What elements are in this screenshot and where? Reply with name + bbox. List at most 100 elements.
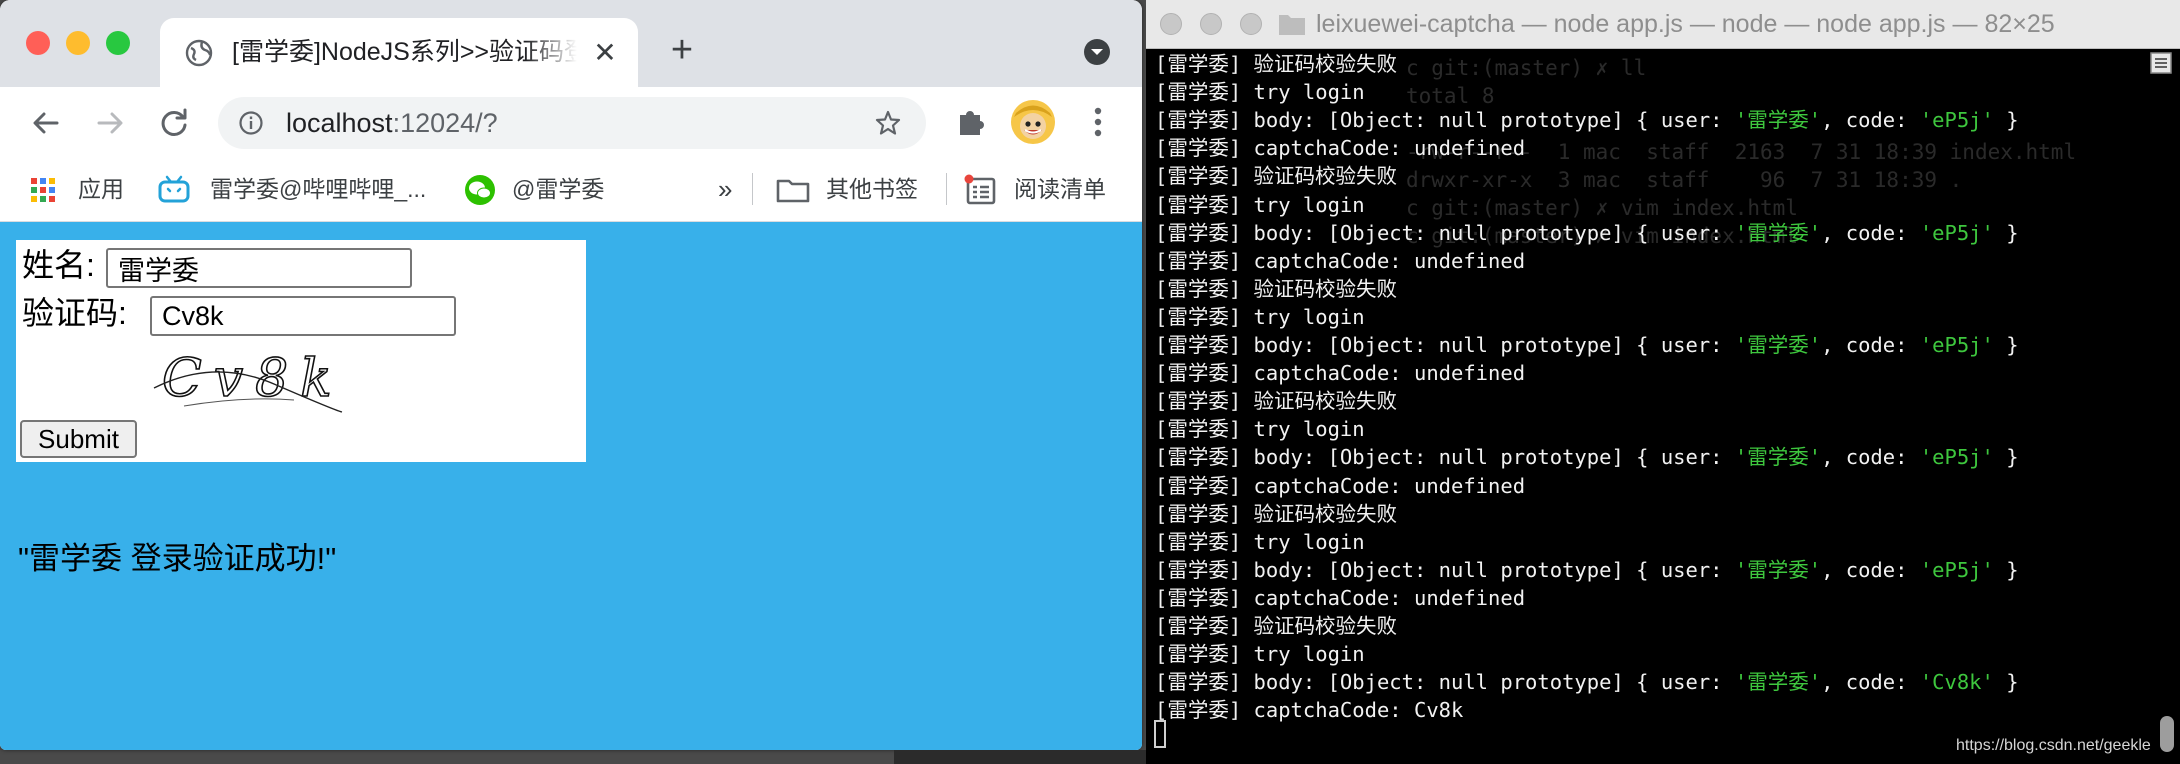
name-label: 姓名: — [22, 247, 95, 283]
terminal-text: [雷学委] try login — [1155, 417, 1365, 442]
globe-icon — [185, 39, 213, 67]
tab-active[interactable]: [雷学委]NodeJS系列>>验证码登录 ✕ — [160, 18, 638, 87]
close-tab-icon[interactable]: ✕ — [590, 38, 620, 68]
terminal-zoom-button[interactable] — [1240, 13, 1262, 35]
reading-list-label: 阅读清单 — [1014, 176, 1106, 202]
terminal-line: [雷学委] captchaCode: Cv8k — [1155, 696, 1463, 724]
terminal-line: [雷学委] captchaCode: undefined — [1155, 134, 1525, 162]
terminal-text: [雷学委] 验证码校验失败 — [1155, 389, 1398, 414]
terminal-line: [雷学委] body: [Object: null prototype] { u… — [1155, 106, 2019, 134]
csdn-watermark: https://blog.csdn.net/geekle — [1956, 737, 2151, 754]
terminal-line: [雷学委] 验证码校验失败 — [1155, 612, 1397, 640]
terminal-text: , code: — [1821, 557, 1920, 582]
terminal-line: [雷学委] try login — [1155, 640, 1365, 668]
terminal-text: , code: — [1821, 220, 1920, 245]
new-tab-button[interactable]: + — [664, 31, 700, 69]
terminal-string-literal: '雷学委' — [1734, 220, 1822, 245]
terminal-titlebar: leixuewei-captcha — node app.js — node —… — [1146, 0, 2180, 49]
terminal-line: [雷学委] body: [Object: null prototype] { u… — [1155, 219, 2019, 247]
terminal-ghost-line: drwxr-xr-x 3 mac staff 96 7 31 18:39 . — [1406, 168, 1963, 192]
zoom-window-button[interactable] — [106, 31, 130, 55]
terminal-scrollbar[interactable] — [2160, 716, 2174, 752]
terminal-text: } — [1993, 670, 2019, 695]
terminal-title: leixuewei-captcha — node app.js — node —… — [1316, 10, 2055, 38]
terminal-text: [雷学委] 验证码校验失败 — [1155, 52, 1398, 76]
terminal-string-literal: 'Cv8k' — [1919, 670, 1994, 695]
terminal-text: [雷学委] captchaCode: undefined — [1155, 248, 1526, 273]
terminal-text: [雷学委] body: [Object: null prototype] { u… — [1155, 445, 1735, 470]
terminal-text: [雷学委] captchaCode: undefined — [1155, 473, 1526, 498]
captcha-label: 验证码: — [22, 295, 127, 331]
apps-grid-icon — [31, 178, 55, 202]
terminal-text: [雷学委] 验证码校验失败 — [1155, 164, 1398, 189]
tab-title: [雷学委]NodeJS系列>>验证码登录 — [232, 38, 577, 66]
captcha-image[interactable]: Cv8k — [144, 348, 344, 418]
terminal-string-literal: '雷学委' — [1734, 445, 1822, 470]
terminal-string-literal: 'eP5j' — [1919, 557, 1994, 582]
terminal-line: [雷学委] 验证码校验失败 — [1155, 50, 1397, 78]
terminal-minimize-button[interactable] — [1200, 13, 1222, 35]
terminal-string-literal: '雷学委' — [1734, 670, 1822, 695]
terminal-text: } — [1993, 333, 2019, 357]
tab-search-icon[interactable] — [1082, 37, 1112, 67]
terminal-text: , code: — [1821, 670, 1920, 695]
browser-window: [雷学委]NodeJS系列>>验证码登录 ✕ + localhost:12024… — [0, 0, 1142, 750]
info-icon[interactable] — [238, 110, 264, 136]
terminal-text: [雷学委] try login — [1155, 529, 1365, 554]
terminal-line: [雷学委] try login — [1155, 415, 1365, 443]
page-viewport: 姓名: 验证码: Cv8k Submit "雷学委 登录验证成功!" — [0, 222, 1142, 750]
extensions-puzzle-icon[interactable] — [954, 105, 988, 139]
back-arrow-icon[interactable] — [26, 103, 66, 143]
terminal-text: [雷学委] try login — [1155, 304, 1365, 329]
bookmark-divider — [752, 173, 753, 205]
terminal-text: } — [1993, 557, 2019, 582]
terminal-string-literal: 'eP5j' — [1919, 445, 1994, 470]
terminal-text: [雷学委] body: [Object: null prototype] { u… — [1155, 108, 1735, 133]
folder-icon — [1279, 15, 1305, 35]
submit-button[interactable]: Submit — [20, 420, 137, 458]
terminal-line: [雷学委] 验证码校验失败 — [1155, 275, 1397, 303]
address-bar[interactable]: localhost:12024/? — [218, 97, 926, 149]
login-result-text: "雷学委 登录验证成功!" — [18, 541, 337, 576]
terminal-line: [雷学委] body: [Object: null prototype] { u… — [1155, 443, 2019, 471]
wechat-icon — [465, 175, 495, 205]
terminal-string-literal: '雷学委' — [1734, 333, 1822, 357]
bookmarks-overflow-button[interactable]: » — [718, 171, 732, 207]
browser-toolbar: localhost:12024/? — [0, 87, 1142, 157]
minimize-window-button[interactable] — [66, 31, 90, 55]
profile-avatar[interactable] — [1010, 99, 1056, 145]
reading-list-icon — [964, 174, 996, 205]
terminal-close-button[interactable] — [1160, 13, 1182, 35]
terminal-text: } — [1993, 108, 2019, 133]
forward-arrow-icon[interactable] — [90, 103, 130, 143]
terminal-line: [雷学委] try login — [1155, 191, 1365, 219]
captcha-input[interactable] — [150, 296, 456, 336]
terminal-line: [雷学委] body: [Object: null prototype] { u… — [1155, 668, 2019, 696]
terminal-ghost-line: c git:(master) ✗ ll — [1406, 56, 1647, 80]
terminal-line: [雷学委] 验证码校验失败 — [1155, 387, 1397, 415]
terminal-marks-icon[interactable] — [2150, 52, 2172, 74]
bookmark-wechat-label: @雷学委 — [512, 176, 605, 202]
terminal-text: [雷学委] captchaCode: undefined — [1155, 585, 1526, 610]
terminal-text: } — [1993, 220, 2019, 245]
menu-kebab-icon[interactable] — [1084, 105, 1112, 139]
terminal-line: [雷学委] captchaCode: undefined — [1155, 584, 1525, 612]
terminal-text: [雷学委] captchaCode: Cv8k — [1155, 698, 1464, 723]
reload-icon[interactable] — [154, 103, 194, 143]
terminal-text: [雷学委] captchaCode: undefined — [1155, 136, 1526, 161]
bookmark-star-icon[interactable] — [874, 109, 902, 137]
desktop-background-strip — [894, 750, 1146, 764]
terminal-text: [雷学委] body: [Object: null prototype] { u… — [1155, 220, 1735, 245]
terminal-text: [雷学委] 验证码校验失败 — [1155, 614, 1398, 638]
terminal-text: [雷学委] body: [Object: null prototype] { u… — [1155, 670, 1735, 695]
terminal-line: [雷学委] body: [Object: null prototype] { u… — [1155, 556, 2019, 584]
terminal-text: [雷学委] body: [Object: null prototype] { u… — [1155, 333, 1735, 357]
terminal-text: [雷学委] 验证码校验失败 — [1155, 276, 1398, 301]
bookmark-other-label: 其他书签 — [826, 176, 918, 202]
terminal-text: [雷学委] try login — [1155, 642, 1365, 667]
close-window-button[interactable] — [26, 31, 50, 55]
name-input[interactable] — [106, 248, 412, 288]
terminal-line: [雷学委] 验证码校验失败 — [1155, 162, 1397, 190]
terminal-window: c git:(master) ✗ ll total 8 -rw-r--r-- 1 m… — [1146, 0, 2180, 764]
terminal-cursor — [1154, 720, 1166, 748]
